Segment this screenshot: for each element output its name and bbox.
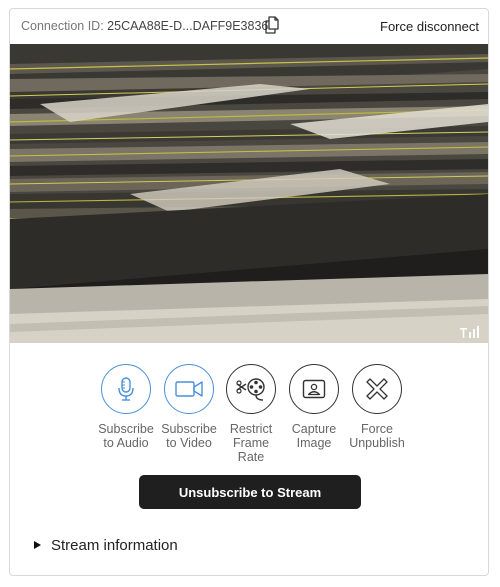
stream-information-label: Stream information	[51, 537, 178, 554]
stream-actions: Subscribe to Audio Subscribe to Video Re…	[90, 364, 410, 464]
capture-image-icon	[302, 379, 326, 399]
subscriber-card: Connection ID: 25CAA88E-D...DAFF9E3836 F…	[9, 8, 489, 576]
subscribe-video-label: Subscribe to Video	[161, 422, 217, 450]
video-stream	[10, 44, 488, 343]
force-unpublish-circle[interactable]	[352, 364, 402, 414]
connection-id-label: Connection ID:	[21, 19, 104, 33]
video-camera-icon	[175, 381, 203, 397]
subscribe-audio-button[interactable]: Subscribe to Audio	[95, 364, 157, 450]
force-disconnect-link[interactable]: Force disconnect	[380, 19, 479, 34]
force-unpublish-button[interactable]: Force Unpublish	[346, 364, 408, 450]
force-unpublish-label: Force Unpublish	[349, 422, 405, 450]
subscribe-audio-circle[interactable]	[101, 364, 151, 414]
microphone-icon	[118, 377, 134, 401]
video-frame	[10, 44, 488, 343]
subscribe-video-circle[interactable]	[164, 364, 214, 414]
connection-id-value: 25CAA88E-D...DAFF9E3836	[107, 19, 269, 33]
restrict-frame-rate-circle[interactable]	[226, 364, 276, 414]
copy-icon[interactable]	[264, 16, 280, 34]
subscribe-audio-label: Subscribe to Audio	[98, 422, 154, 450]
connection-id-row: Connection ID: 25CAA88E-D...DAFF9E3836	[21, 19, 268, 33]
capture-image-button[interactable]: Capture Image	[283, 364, 345, 450]
card-header: Connection ID: 25CAA88E-D...DAFF9E3836 F…	[10, 9, 488, 44]
restrict-frame-rate-button[interactable]: Restrict Frame Rate	[220, 364, 282, 464]
film-reel-icon	[236, 378, 265, 401]
restrict-frame-rate-label: Restrict Frame Rate	[229, 422, 273, 464]
subscribe-video-button[interactable]: Subscribe to Video	[158, 364, 220, 450]
unsubscribe-stream-button[interactable]: Unsubscribe to Stream	[139, 475, 361, 509]
disclosure-triangle-icon	[34, 541, 41, 549]
stream-information-toggle[interactable]: Stream information	[34, 537, 178, 554]
capture-image-circle[interactable]	[289, 364, 339, 414]
signal-bars-icon	[460, 326, 479, 338]
capture-image-label: Capture Image	[291, 422, 337, 450]
close-x-icon	[366, 378, 388, 400]
